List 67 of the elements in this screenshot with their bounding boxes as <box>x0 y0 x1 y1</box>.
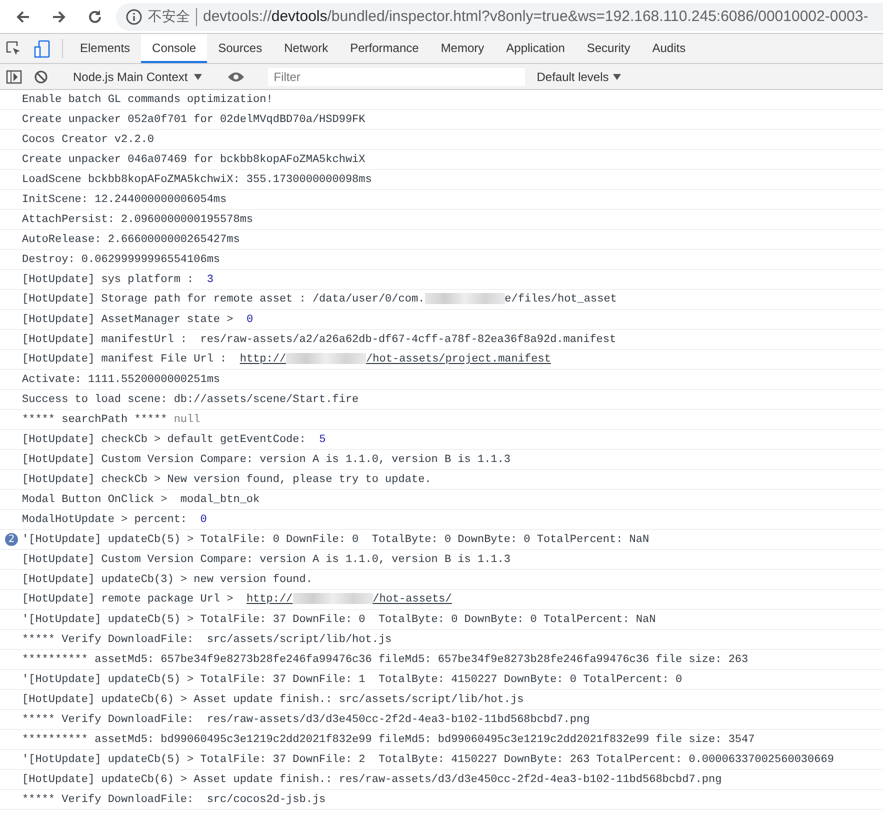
console-message: [HotUpdate] remote package Url > http:// /hot-assets/ <box>22 593 452 606</box>
repeat-count: 2 <box>5 533 18 546</box>
info-icon <box>126 8 142 24</box>
console-message: ***** searchPath ***** null <box>22 414 200 426</box>
devtools-tab[interactable]: Console <box>141 34 208 63</box>
levels-dropdown[interactable]: Default levels <box>530 68 627 84</box>
console-message: [HotUpdate] updateCb(3) > new version found. <box>22 574 312 586</box>
console-message: [HotUpdate] checkCb > New version found, please try to update. <box>22 474 432 486</box>
devtools-tab[interactable]: Application <box>495 34 576 63</box>
console-message: '[HotUpdate] updateCb(5) > TotalFile: 37 DownFile: 0 TotalByte: 0 DownByte: 0 TotalPercent: NaN <box>22 614 656 626</box>
security-label: 不安全 <box>148 8 197 26</box>
device-icon <box>34 40 50 58</box>
console-message: InitScene: 12.244000000006054ms <box>22 194 227 206</box>
filter-field[interactable]: Filter <box>268 68 525 86</box>
console-message: ********** assetMd5: 657be34f9e8273b28fe246fa99476c36 fileMd5: 657be34f9e8273b28fe246fa99476c36 file size: 263 <box>22 654 748 666</box>
console-message: [HotUpdate] Custom Version Compare: version A is 1.1.0, version B is 1.1.3 <box>22 454 510 466</box>
console-message: LoadScene bckbb8kopAFoZMA5kchwiX: 355.1730000000098ms <box>22 174 372 186</box>
console-message: Cocos Creator v2.2.0 <box>22 134 154 146</box>
url-text: devtools://devtools/bundled/inspector.html?v8only=true&ws=192.168.110.245:6086/00010002-0003- <box>203 8 868 25</box>
console-message: '[HotUpdate] updateCb(5) > TotalFile: 37 DownFile: 2 TotalByte: 4150227 DownByte: 263 TotalPercent: 0.00006337002560030669 <box>22 754 834 766</box>
console-message: [HotUpdate] manifest File Url : http:// /hot-assets/project.manifest <box>22 353 551 366</box>
console-message: AttachPersist: 2.0960000000195578ms <box>22 214 254 226</box>
context-dropdown[interactable]: Node.js Main Context <box>67 70 208 84</box>
devtools-tab[interactable]: Network <box>273 34 340 63</box>
console-message: ***** Verify DownloadFile: res/raw-assets/d3/d3e450cc-2f2d-4ea3-b102-11bd568bcbd7.png <box>22 714 590 726</box>
console-message: Activate: 1111.5520000000251ms <box>22 374 220 386</box>
console-message: AutoRelease: 2.6660000000265427ms <box>22 234 240 246</box>
back-icon <box>15 8 31 24</box>
reload-icon <box>87 8 103 24</box>
console-message: [HotUpdate] Storage path for remote asset : /data/user/0/com. e/files/hot_asset <box>22 293 617 306</box>
console-message: Modal Button OnClick > modal_btn_ok <box>22 494 260 506</box>
devtools-tab[interactable]: Performance <box>339 34 430 63</box>
console-message: ***** Verify DownloadFile: src/cocos2d-jsb.js <box>22 794 326 806</box>
console-message: Create unpacker 052a0f701 for 02delMVqdBD70a/HSD99FK <box>22 114 366 126</box>
console-message: ***** Verify DownloadFile: src/assets/script/lib/hot.js <box>22 634 392 646</box>
eye-icon <box>226 70 245 82</box>
devtools-tab[interactable]: Security <box>576 34 642 63</box>
address-bar[interactable]: 不安全 devtools://devtools/bundled/inspector.html?v8only=true&ws=192.168.110.245:6086/00010002-0003- <box>116 2 883 30</box>
devtools-tab[interactable]: Elements <box>69 34 142 63</box>
sidebar-icon <box>6 70 22 84</box>
console-message: '[HotUpdate] updateCb(5) > TotalFile: 0 DownFile: 0 TotalByte: 0 DownByte: 0 TotalPercent: NaN <box>22 534 650 546</box>
console-message: [HotUpdate] sys platform : 3 <box>22 274 214 286</box>
console-message: [HotUpdate] manifestUrl : res/raw-assets/a2/a26a62db-df67-4cff-a78f-82ea36f8a92d.manifest <box>22 334 616 346</box>
console-message: [HotUpdate] AssetManager state > 0 <box>22 314 254 326</box>
console-message: [HotUpdate] Custom Version Compare: version A is 1.1.0, version B is 1.1.3 <box>22 554 510 566</box>
console-message: ModalHotUpdate > percent: 0 <box>22 514 207 526</box>
console-message: Enable batch GL commands optimization! <box>22 94 273 106</box>
console-message: Destroy: 0.06299999996554106ms <box>22 254 220 266</box>
devtools-tab[interactable]: Sources <box>207 34 274 63</box>
console-message: Success to load scene: db://assets/scene/Start.fire <box>22 394 359 406</box>
url-link[interactable]: /hot-assets/ <box>372 594 452 606</box>
caret-icon <box>612 74 621 80</box>
url-link[interactable]: http:// <box>246 594 293 606</box>
cursor-icon <box>6 40 22 56</box>
caret-icon <box>194 74 202 80</box>
console-message: ********** assetMd5: bd99060495c3e1219c2dd2021f832e99 fileMd5: bd99060495c3e1219c2dd2021f832e99 file size: 3547 <box>22 734 755 746</box>
forward-icon <box>51 8 67 24</box>
devtools-tab[interactable]: Memory <box>430 34 496 63</box>
url-link[interactable]: http:// <box>240 354 286 366</box>
console-message: [HotUpdate] checkCb > default getEventCode: 5 <box>22 434 326 446</box>
console-message: Create unpacker 046a07469 for bckbb8kopAFoZMA5kchwiX <box>22 154 366 166</box>
block-icon <box>34 70 48 84</box>
console-message: '[HotUpdate] updateCb(5) > TotalFile: 37 DownFile: 1 TotalByte: 4150227 DownByte: 0 TotalPercent: 0 <box>22 674 682 686</box>
devtools-tab[interactable]: Audits <box>641 34 697 63</box>
console-message: [HotUpdate] updateCb(6) > Asset update finish.: res/raw-assets/d3/d3e450cc-2f2d-4ea3-b102-11bd568bcbd7.png <box>22 774 722 786</box>
console-message: [HotUpdate] updateCb(6) > Asset update finish.: src/assets/script/lib/hot.js <box>22 694 524 706</box>
url-link[interactable]: /hot-assets/project.manifest <box>366 354 551 366</box>
